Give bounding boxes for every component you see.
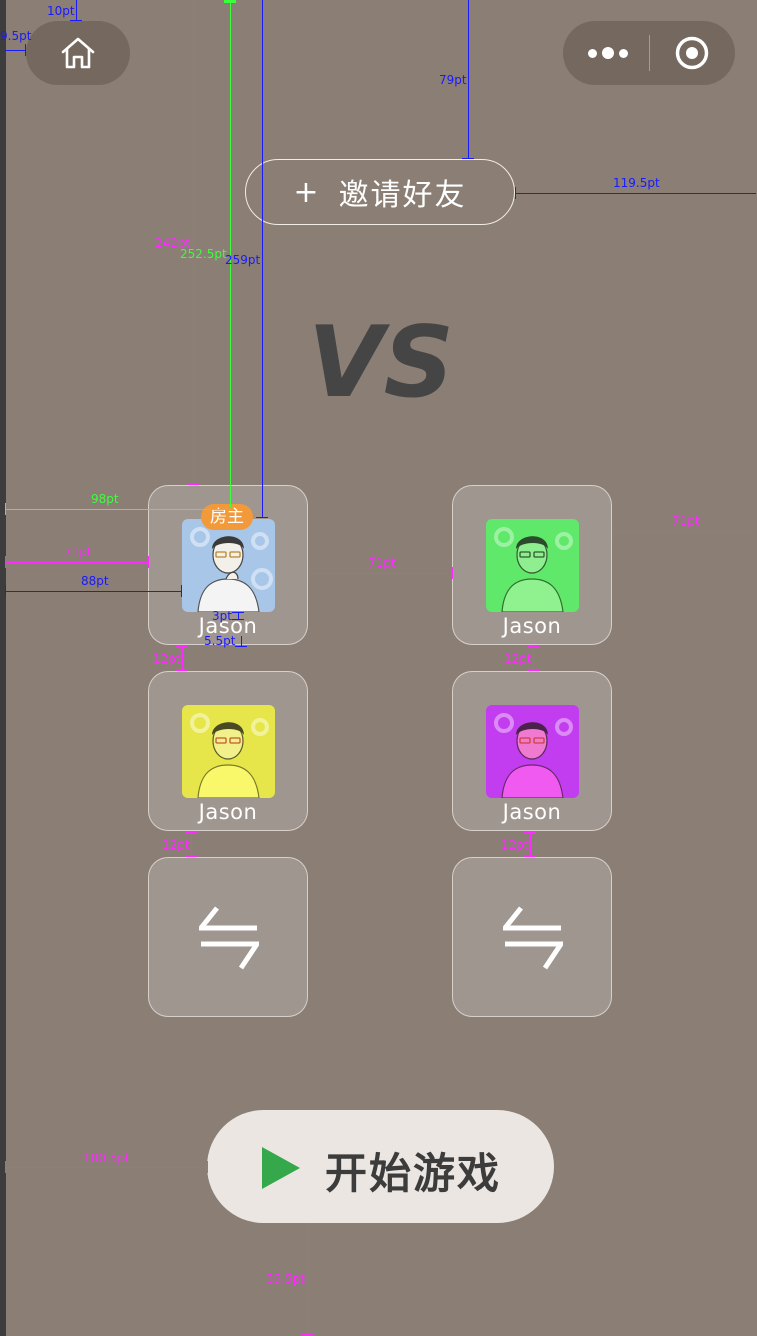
target-close-icon[interactable] [675,36,709,70]
measure-line [181,585,182,597]
player-slot-4[interactable]: Jason [452,671,612,831]
measure-line [613,531,756,532]
measure-label: 98pt [91,492,119,506]
measure-line [301,1334,313,1335]
player-name: Jason [198,800,258,824]
swap-icon [199,906,259,970]
measure-label: 12pt [501,838,529,852]
player-avatar [182,705,275,798]
measure-line [307,1223,308,1335]
measure-line [148,556,149,568]
measure-line [176,646,188,647]
measure-line [207,1161,208,1173]
measure-line [187,484,199,485]
left-edge-bar [0,0,6,1336]
vs-logo: VS [308,318,454,402]
measure-line [452,567,453,579]
measure-line [235,646,247,647]
measure-line [256,517,268,518]
measure-line [224,0,236,3]
start-game-button[interactable]: 开始游戏 [207,1110,554,1223]
measure-label: 100.5pt [83,1151,130,1165]
capsule-divider [649,35,650,71]
measure-line [5,509,230,510]
measure-line [515,193,756,194]
measure-label: 9.5pt [0,29,32,43]
measure-label: 5.5pt [204,634,236,648]
measure-line [301,1223,313,1224]
vs-text: VS [308,318,454,402]
measure-line [191,832,192,857]
swap-icon [503,906,563,970]
measure-line [468,0,469,159]
measure-line [25,44,26,56]
measure-line [524,832,536,833]
player-slot-3[interactable]: Jason [148,671,308,831]
measure-label: 88pt [81,574,109,588]
measure-line [232,619,244,620]
play-icon [262,1147,300,1189]
measure-line [5,503,6,515]
measure-label: 71pt [64,545,92,559]
measure-line [76,0,77,20]
measure-line [613,525,614,537]
measure-line [70,20,82,21]
measure-label: 55.5pt [266,1272,306,1286]
player-name: Jason [502,614,562,638]
measure-line [530,832,531,857]
player-name: Jason [502,800,562,824]
measure-line [185,832,197,833]
measure-label: 252.5pt [180,247,227,261]
player-avatar [486,705,579,798]
measure-line [5,591,181,592]
measure-line [309,573,452,574]
measure-label: 12pt [504,652,532,666]
host-badge: 房主 [201,504,253,530]
measure-line [5,562,148,563]
measure-label: 71pt [368,556,396,570]
player-avatar [182,519,275,612]
measure-label: 71pt [672,514,700,528]
measure-line [309,567,310,579]
start-game-label: 开始游戏 [325,1149,502,1198]
swap-slot-left[interactable] [148,857,308,1017]
measure-line [5,585,6,597]
player-avatar [486,519,579,612]
measure-line [515,187,516,199]
measure-line [527,670,539,671]
measure-line [182,646,183,671]
measure-line [5,1167,207,1168]
measure-line [527,646,539,647]
measure-line [176,670,188,671]
measure-line [5,1161,6,1173]
measure-line [185,856,197,857]
mini-program-capsule [563,21,735,85]
measure-line [5,556,6,568]
invite-friends-button[interactable]: + 邀请好友 [245,159,515,225]
measure-line [533,646,534,671]
measure-label: 12pt [153,652,181,666]
player-slot-2[interactable]: Jason [452,485,612,645]
measure-line [262,0,263,518]
home-icon [61,37,95,69]
measure-label: 259pt [225,253,261,267]
measure-line [232,612,244,613]
measure-label: 12pt [162,838,190,852]
measure-label: 119.5pt [613,176,660,190]
measure-label: 79pt [439,73,467,87]
swap-slot-right[interactable] [452,857,612,1017]
invite-label: 邀请好友 [338,178,467,213]
more-dots-icon[interactable] [588,47,628,59]
measure-line [462,158,474,159]
measure-line [5,50,25,51]
home-button[interactable] [26,21,130,85]
measure-line [524,856,536,857]
measure-line [193,0,194,485]
measure-label: 10pt [47,4,75,18]
measure-label: 3pt [212,609,232,623]
plus-icon: + [293,174,321,210]
